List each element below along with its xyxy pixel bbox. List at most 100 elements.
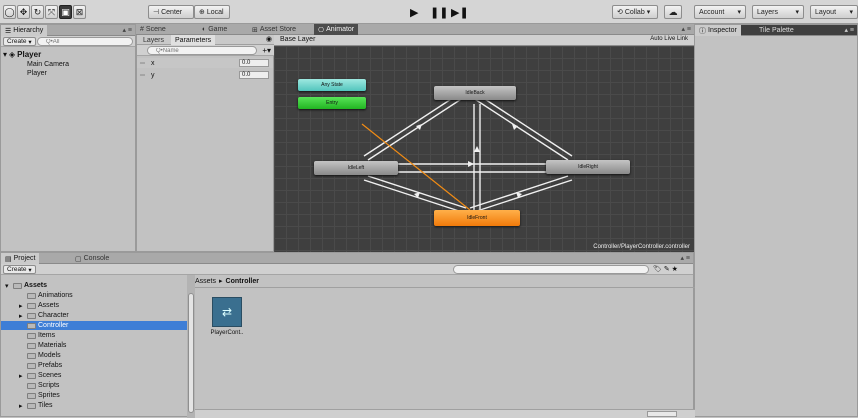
pause-icon[interactable]: ❚❚ bbox=[430, 6, 448, 19]
add-parameter-icon[interactable]: +▾ bbox=[262, 46, 271, 55]
animator-graph[interactable]: Any State Entry IdleBack IdleLeft IdleRi… bbox=[274, 46, 694, 252]
list-icon: ☰ bbox=[5, 27, 12, 35]
tree-item[interactable]: Scripts bbox=[1, 381, 187, 390]
transform-tool-icon[interactable]: ⊠ bbox=[73, 5, 86, 19]
folder-icon bbox=[27, 392, 36, 399]
tree-item[interactable]: Prefabs bbox=[1, 361, 187, 370]
eye-icon[interactable]: ◉ bbox=[266, 35, 272, 43]
state-idle-right[interactable]: IdleRight bbox=[546, 160, 630, 174]
tab-project[interactable]: ▤ Project bbox=[1, 253, 40, 264]
tab-parameters[interactable]: Parameters bbox=[171, 35, 216, 45]
tree-item[interactable]: ▸ Scenes bbox=[1, 371, 187, 380]
collapse-arrow-icon[interactable]: ▸ bbox=[19, 372, 25, 380]
scene-root[interactable]: ▾ ◈ Player bbox=[1, 49, 135, 59]
tab-asset-store[interactable]: ⊞ Asset Store bbox=[248, 24, 300, 35]
rotate-tool-icon[interactable]: ↻ bbox=[31, 5, 44, 19]
tab-animator[interactable]: ⎔ Animator bbox=[314, 24, 359, 35]
scrollbar-thumb[interactable] bbox=[188, 293, 194, 413]
transition-arrow bbox=[416, 124, 422, 130]
filter-icons[interactable]: 🏷 ✎ ★ bbox=[653, 265, 678, 273]
auto-live-link-toggle[interactable]: Auto Live Link bbox=[650, 36, 688, 42]
state-entry[interactable]: Entry bbox=[298, 97, 366, 109]
hierarchy-search-input[interactable] bbox=[37, 37, 133, 46]
hand-tool-icon[interactable]: ◯ bbox=[3, 5, 16, 19]
tab-hierarchy[interactable]: ☰ Hierarchy bbox=[1, 25, 48, 36]
create-button[interactable]: Create ▾ bbox=[3, 37, 36, 46]
breadcrumb[interactable]: Base Layer bbox=[280, 36, 315, 43]
main-toolbar: ◯ ✥ ↻ ⤧ ▣ ⊠ ⊣ Center ⊕ Local ▶ ❚❚ ▶❚ ⟲ Coll… bbox=[0, 0, 858, 24]
drag-handle-icon: ═ bbox=[140, 59, 145, 67]
tab-layers[interactable]: Layers bbox=[139, 35, 168, 45]
folder-icon bbox=[27, 342, 36, 349]
game-icon: ◐ bbox=[202, 26, 207, 33]
expand-arrow-icon: ▾ bbox=[3, 49, 8, 59]
chevron-down-icon: ▾ bbox=[795, 9, 799, 16]
folder-icon bbox=[27, 352, 36, 359]
project-search-input[interactable] bbox=[453, 265, 649, 274]
store-icon: ⊞ bbox=[252, 26, 258, 34]
collapse-arrow-icon[interactable]: ▸ bbox=[19, 302, 25, 310]
parameter-value-field[interactable]: 0.0 bbox=[239, 59, 269, 67]
unity-scene-icon: ◈ bbox=[9, 49, 16, 59]
info-icon: ⓘ bbox=[699, 27, 706, 35]
tree-item[interactable]: ▸ Tiles bbox=[1, 401, 187, 410]
asset-item[interactable]: ⇄ PlayerCont.. bbox=[204, 297, 250, 336]
scene-icon: # bbox=[140, 26, 144, 33]
tree-item[interactable]: Animations bbox=[1, 291, 187, 300]
tab-scene[interactable]: # Scene bbox=[136, 24, 170, 35]
folder-icon bbox=[27, 332, 36, 339]
collapse-arrow-icon[interactable]: ▸ bbox=[19, 312, 25, 320]
folder-icon bbox=[27, 292, 36, 299]
parameter-search-input[interactable] bbox=[147, 46, 257, 55]
tree-item[interactable]: Materials bbox=[1, 341, 187, 350]
scale-tool-icon[interactable]: ⤧ bbox=[45, 5, 58, 19]
create-button[interactable]: Create ▾ bbox=[3, 265, 36, 274]
hierarchy-panel: ☰Hierarchy ▴ ≡ Create ▾ ▾ ◈ Player Main … bbox=[0, 24, 136, 252]
tree-item[interactable]: ▾ Assets bbox=[1, 281, 187, 290]
panel-menu-icon[interactable]: ▴ ≡ bbox=[122, 26, 132, 34]
state-idle-left[interactable]: IdleLeft bbox=[314, 161, 398, 175]
parameter-value-field[interactable]: 0.0 bbox=[239, 71, 269, 79]
transition-arrow bbox=[474, 146, 480, 152]
tree-item[interactable]: ▸ Character bbox=[1, 311, 187, 320]
parameter-row[interactable]: ═ y 0.0 bbox=[137, 70, 273, 80]
state-idle-up[interactable]: IdleBack bbox=[434, 86, 516, 100]
folder-icon bbox=[13, 282, 22, 289]
panel-menu-icon[interactable]: ▴ ≡ bbox=[844, 26, 854, 34]
rect-tool-icon[interactable]: ▣ bbox=[59, 5, 72, 19]
panel-menu-icon[interactable]: ▴ ≡ bbox=[681, 25, 691, 33]
collapse-arrow-icon[interactable]: ▸ bbox=[19, 402, 25, 410]
tab-tile-palette[interactable]: Tile Palette bbox=[755, 25, 798, 36]
cloud-icon[interactable]: ☁ bbox=[664, 5, 682, 19]
tree-scrollbar[interactable] bbox=[187, 275, 195, 418]
account-dropdown[interactable]: Account ▾ bbox=[694, 5, 746, 19]
state-idle-down-default[interactable]: IdleFront bbox=[434, 210, 520, 226]
panel-menu-icon[interactable]: ▴ ≡ bbox=[680, 254, 690, 262]
inspector-panel: ⓘ Inspector Tile Palette ▴ ≡ bbox=[694, 24, 858, 417]
move-tool-icon[interactable]: ✥ bbox=[17, 5, 30, 19]
tree-item[interactable]: Controller bbox=[1, 321, 187, 330]
tree-item[interactable]: Sprites bbox=[1, 391, 187, 400]
tab-console[interactable]: ▢ Console bbox=[71, 253, 113, 264]
icon-size-slider[interactable] bbox=[647, 411, 677, 417]
parameter-row[interactable]: ═ x 0.0 bbox=[137, 58, 273, 68]
tree-item[interactable]: ▸ Assets bbox=[1, 301, 187, 310]
tab-game[interactable]: ◐ Game bbox=[198, 24, 231, 35]
transition-line bbox=[469, 95, 569, 161]
collab-dropdown[interactable]: ⟲ Collab ▾ bbox=[612, 5, 658, 19]
hierarchy-item[interactable]: Player bbox=[1, 68, 135, 78]
tab-inspector[interactable]: ⓘ Inspector bbox=[695, 25, 741, 36]
pivot-center-button[interactable]: ⊣ Center bbox=[148, 5, 194, 19]
pivot-local-button[interactable]: ⊕ Local bbox=[194, 5, 230, 19]
expand-arrow-icon[interactable]: ▾ bbox=[5, 282, 11, 290]
layers-dropdown[interactable]: Layers ▾ bbox=[752, 5, 804, 19]
tree-item[interactable]: Models bbox=[1, 351, 187, 360]
tree-item[interactable]: Items bbox=[1, 331, 187, 340]
layout-dropdown[interactable]: Layout ▾ bbox=[810, 5, 858, 19]
transition-line bbox=[363, 179, 463, 213]
play-icon[interactable]: ▶ bbox=[410, 6, 418, 19]
step-icon[interactable]: ▶❚ bbox=[451, 6, 469, 19]
state-any-state[interactable]: Any State bbox=[298, 79, 366, 91]
parameters-panel: Layers Parameters ◉ +▾ ═ x 0.0 ═ y 0.0 bbox=[136, 35, 275, 252]
transition-line bbox=[469, 175, 569, 209]
